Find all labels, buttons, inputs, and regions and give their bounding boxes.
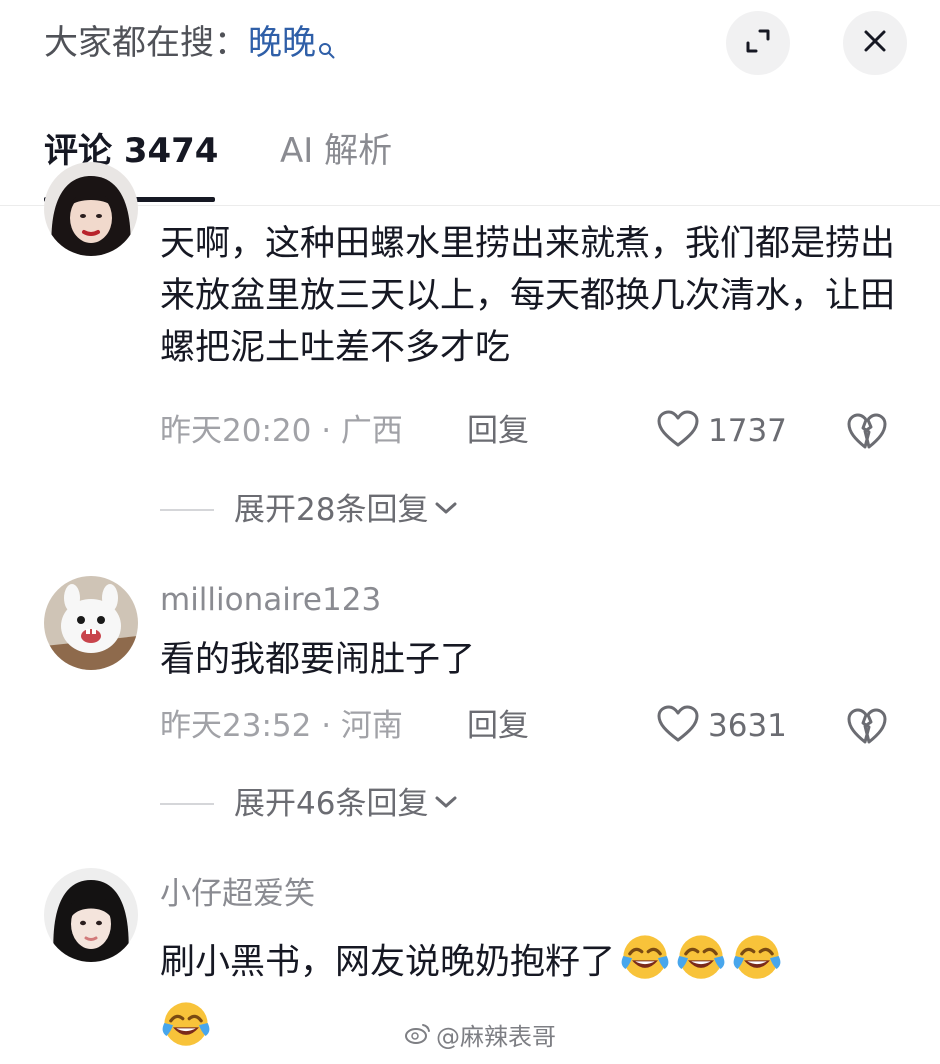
search-suggestion-keyword[interactable]: 晚晚 [248,23,316,63]
like-button[interactable]: 1737 [656,409,787,453]
expand-icon [743,26,773,60]
comment-text: 看的我都要闹肚子了 [160,640,476,680]
chevron-down-icon [434,794,458,814]
laughing-crying-emoji-icon [675,930,727,997]
comment-item: millionaire123 看的我都要闹肚子了 昨天23:52 · 河南 回复… [0,574,940,834]
comment-item: 天啊，这种田螺水里捞出来就煮，我们都是捞出来放盆里放三天以上，每天都换几次清水，… [0,162,940,546]
tab-ai-analysis[interactable]: AI 解析 [280,128,392,174]
expand-replies-label: 展开46条回复 [234,786,429,822]
laughing-crying-emoji-icon [619,930,671,997]
laughing-crying-emoji-icon [731,930,783,997]
comment-text-content: 刷小黑书，网友说晚奶抱籽了 [160,942,616,983]
comment-time-location: 昨天20:20 · 广西 [160,413,403,449]
search-icon [318,24,336,74]
comment-time-location: 昨天23:52 · 河南 [160,708,403,744]
tab-bar: 评论 3474 AI 解析 [0,100,940,206]
close-icon [862,28,888,58]
chevron-down-icon [434,500,458,520]
avatar[interactable] [44,162,138,256]
divider-line [160,509,214,511]
expand-replies-button[interactable]: 展开46条回复 [160,782,458,826]
comment-text: 天啊，这种田螺水里捞出来就煮，我们都是捞出来放盆里放三天以上，每天都换几次清水，… [160,224,896,368]
top-bar: 大家都在搜：晚晚 [0,0,940,95]
like-button[interactable]: 3631 [656,704,787,748]
comment-username[interactable]: 小仔超爱笑 [160,872,315,916]
heart-icon [656,704,700,748]
reply-button[interactable]: 回复 [467,704,529,748]
close-button[interactable] [843,11,907,75]
like-count: 1737 [708,413,787,449]
watermark-text: @麻辣表哥 [436,1023,556,1051]
laughing-crying-emoji-icon [160,997,212,1064]
search-suggestion-prefix: 大家都在搜： [44,23,248,63]
comment-username[interactable]: millionaire123 [160,578,381,622]
heart-icon [656,409,700,453]
reply-button[interactable]: 回复 [467,409,529,453]
broken-heart-icon [846,413,888,455]
watermark: @麻辣表哥 [404,1020,556,1054]
divider-line [160,803,214,805]
weibo-icon [404,1020,432,1054]
like-count: 3631 [708,708,787,744]
dislike-button[interactable] [846,706,888,750]
expand-replies-label: 展开28条回复 [234,492,429,528]
expand-button[interactable] [726,11,790,75]
expand-replies-button[interactable]: 展开28条回复 [160,488,458,532]
avatar[interactable] [44,576,138,670]
avatar[interactable] [44,868,138,962]
dislike-button[interactable] [846,411,888,455]
search-suggestion[interactable]: 大家都在搜：晚晚 [44,18,336,74]
broken-heart-icon [846,708,888,750]
